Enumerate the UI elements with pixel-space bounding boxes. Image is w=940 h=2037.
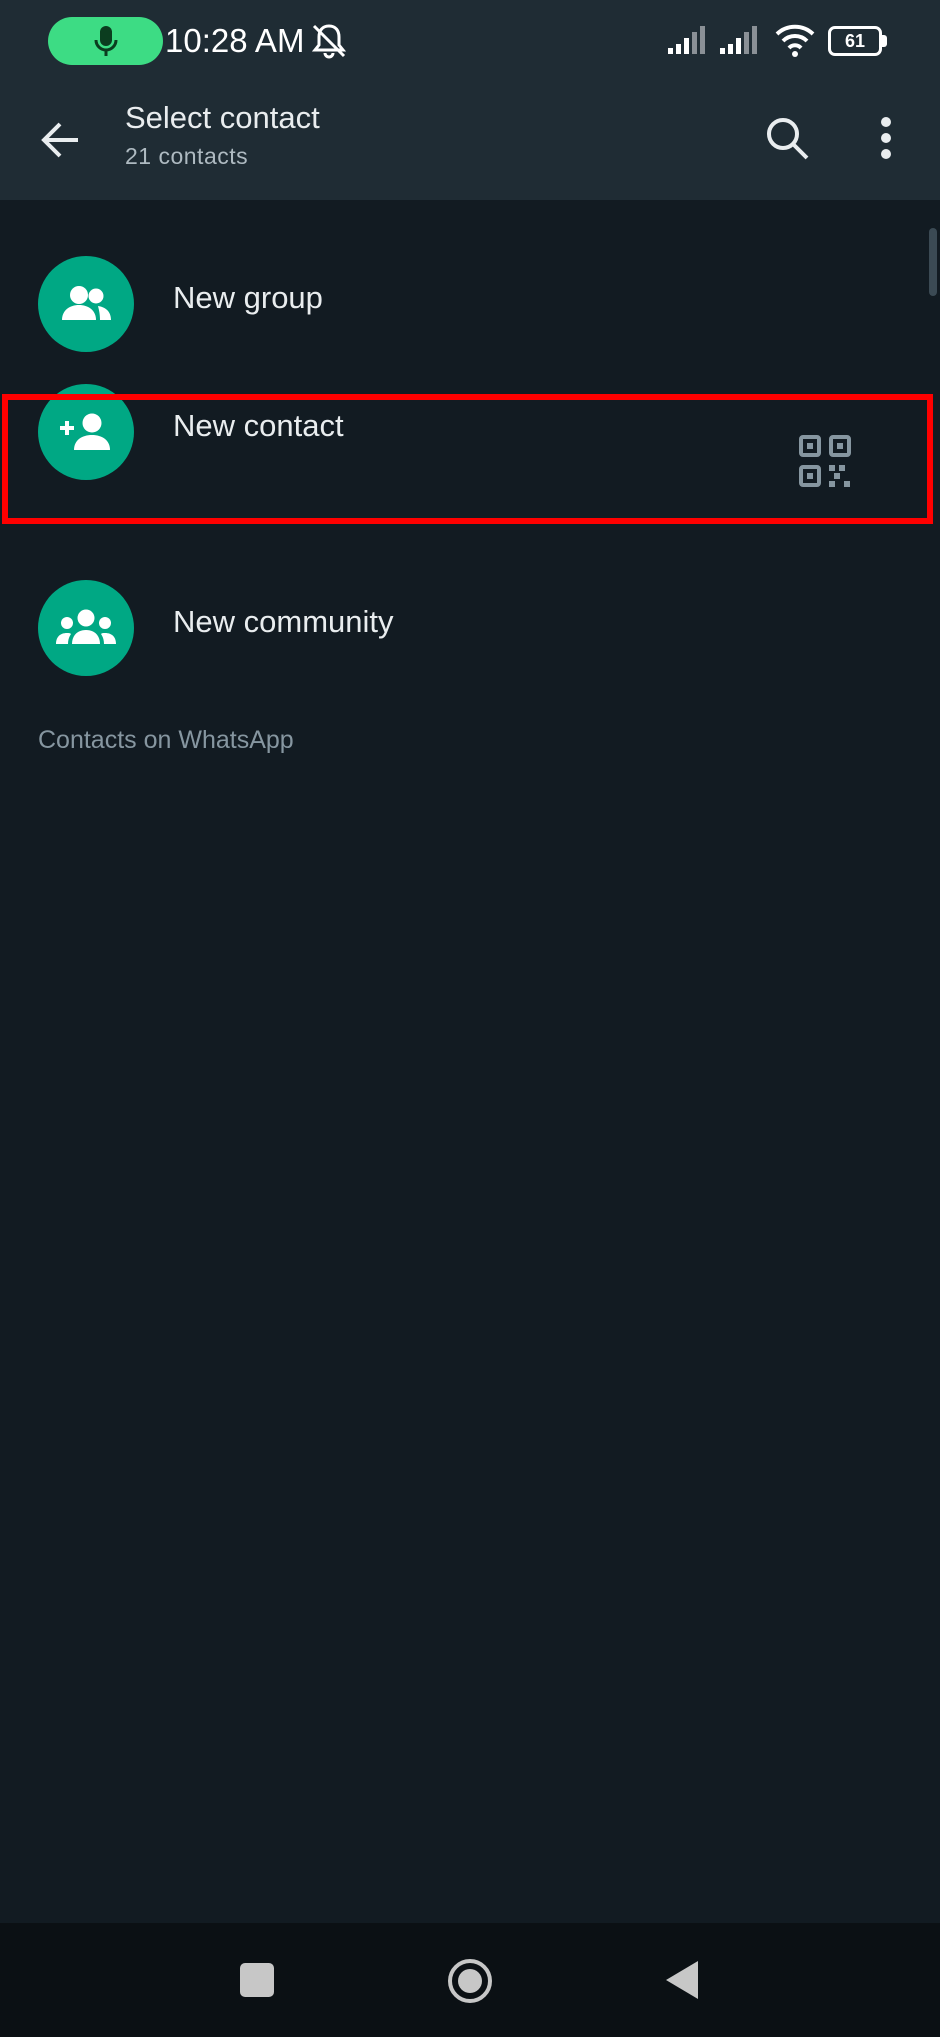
contacts-count: 21 contacts <box>125 143 249 169</box>
more-options-button[interactable] <box>858 106 914 170</box>
new-group-item[interactable]: New group <box>0 236 940 360</box>
battery-tip <box>882 35 887 47</box>
home-icon[interactable] <box>446 1957 494 2005</box>
bell-off-icon <box>311 24 347 59</box>
signal-icon <box>720 26 757 54</box>
signal-icon <box>668 26 705 54</box>
new-community-label: New community <box>173 604 394 639</box>
search-icon <box>767 118 809 160</box>
mic-indicator[interactable] <box>48 17 163 65</box>
new-group-avatar <box>38 256 134 352</box>
group-icon <box>62 286 111 320</box>
more-vert-icon <box>881 117 891 159</box>
mic-icon <box>94 26 117 56</box>
new-community-item[interactable]: New community <box>0 560 940 684</box>
status-bar: 10:28 AM 61 <box>0 0 940 86</box>
system-nav-bar <box>0 1923 940 2037</box>
community-icon <box>56 609 116 644</box>
page-title: Select contact <box>125 100 320 135</box>
status-time: 10:28 AM <box>165 22 305 59</box>
highlight-box <box>2 394 933 524</box>
new-community-avatar <box>38 580 134 676</box>
search-button[interactable] <box>755 106 819 170</box>
section-header-contacts: Contacts on WhatsApp <box>38 726 294 754</box>
new-group-label: New group <box>173 280 323 315</box>
battery-level: 61 <box>844 30 866 51</box>
back-button[interactable] <box>30 110 90 170</box>
app-bar: Select contact 21 contacts <box>0 86 940 200</box>
wifi-icon <box>775 24 815 57</box>
back-triangle-icon[interactable] <box>664 1959 700 2001</box>
battery-icon: 61 <box>828 26 882 56</box>
back-arrow-icon <box>41 122 78 158</box>
recents-icon[interactable] <box>240 1963 274 1997</box>
